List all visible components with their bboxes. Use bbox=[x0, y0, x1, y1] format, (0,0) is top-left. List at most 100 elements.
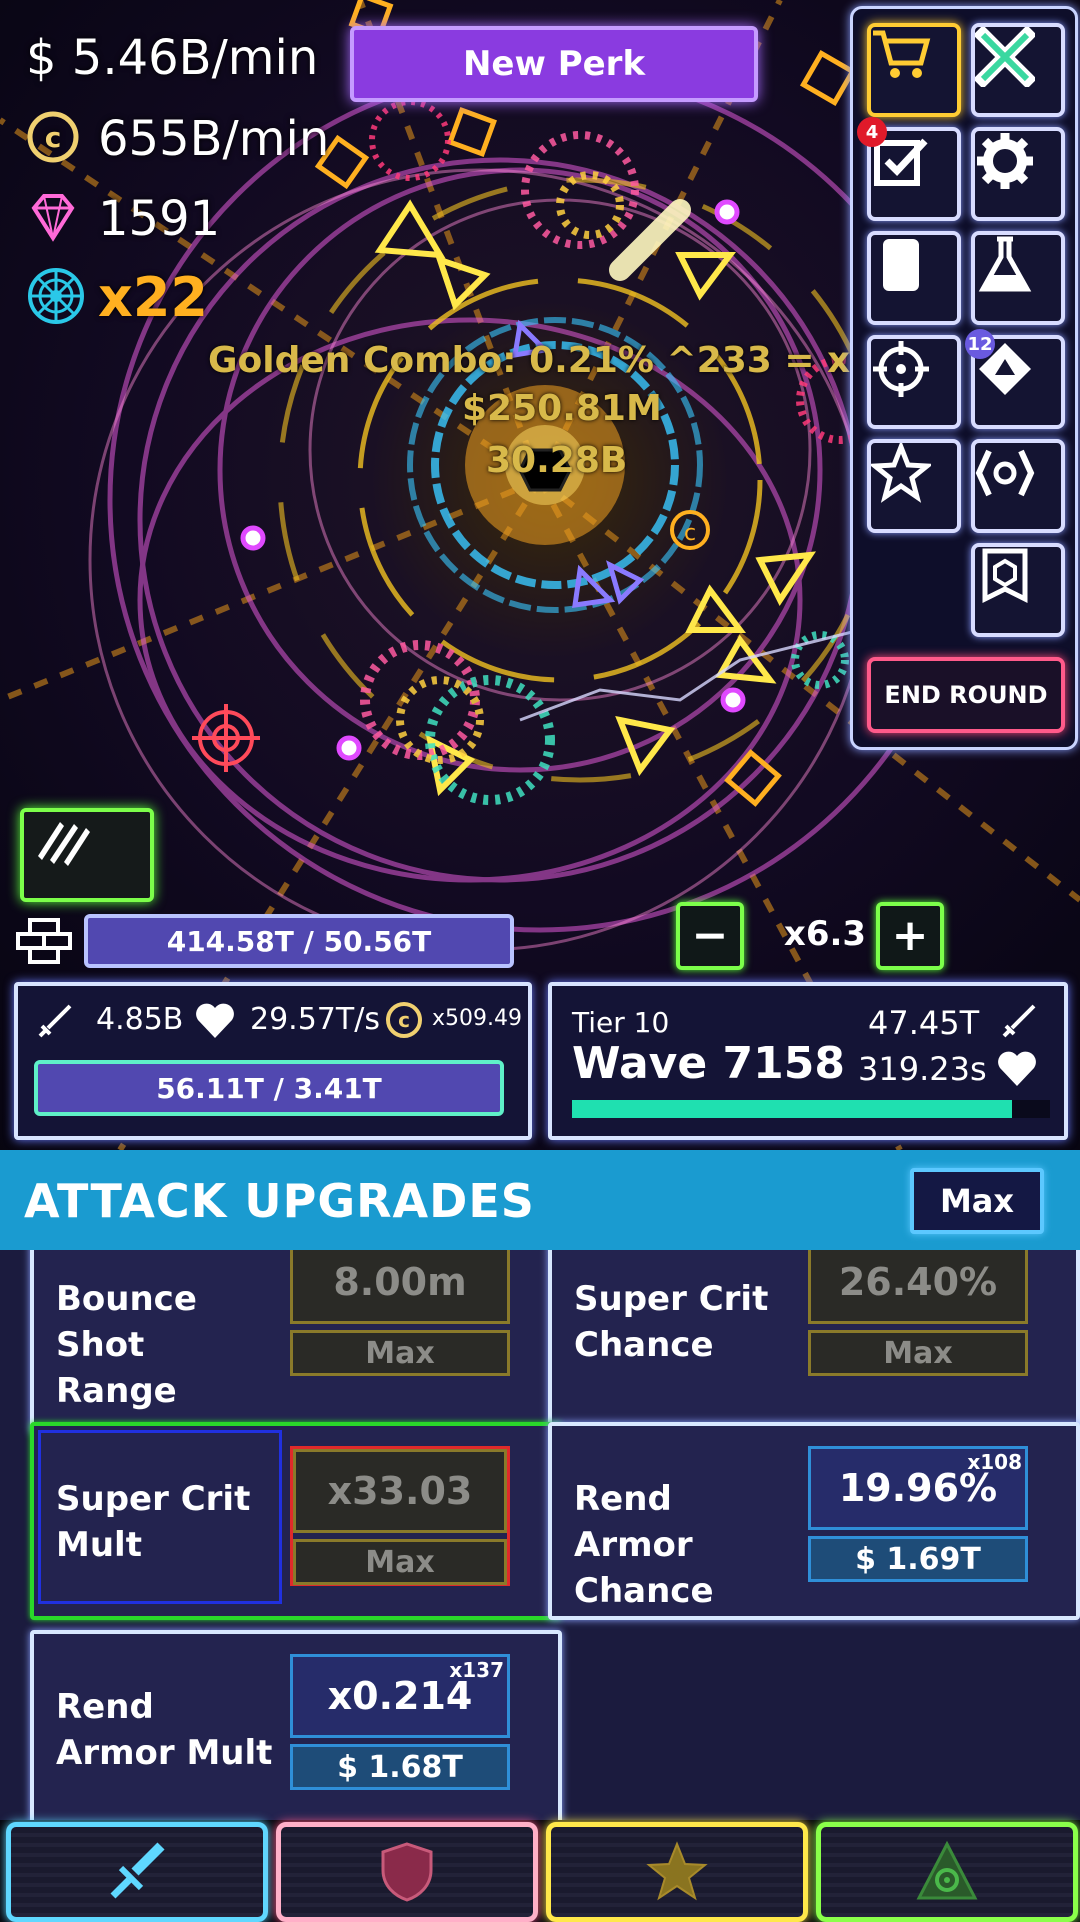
upgrade-name: Super Crit Chance bbox=[574, 1279, 769, 1365]
tower-damage: 4.85B bbox=[96, 1002, 184, 1037]
wall-health-bar: 414.58T / 50.56T bbox=[84, 914, 514, 968]
upgrade-value-box: x33.03 Max bbox=[290, 1446, 510, 1586]
modules-badge: 12 bbox=[965, 329, 995, 359]
cash-rate-value: $ 5.46B/min bbox=[26, 30, 319, 86]
modules-button[interactable]: 12 bbox=[965, 329, 1065, 429]
upgrades-list: Bounce Shot Range 8.00m Max Super Crit C… bbox=[0, 1250, 1080, 1820]
shop-button[interactable] bbox=[867, 23, 961, 117]
upgrade-buy-multiplier: x108 bbox=[967, 1450, 1022, 1474]
tier-label: Tier 10 bbox=[572, 1006, 670, 1039]
upgrade-value-box[interactable]: x0.214 x137 $ 1.68T bbox=[290, 1654, 510, 1794]
card-icon bbox=[883, 239, 919, 291]
tower-stats-panel: 4.85B 29.57T/s c x509.49 56.11T / 3.41T bbox=[14, 982, 532, 1140]
missile-ability-button[interactable] bbox=[20, 808, 154, 902]
upgrade-card-super-crit-chance[interactable]: Super Crit Chance 26.40% Max bbox=[548, 1250, 1080, 1434]
targeting-button[interactable] bbox=[867, 335, 961, 429]
tab-defense[interactable] bbox=[276, 1822, 538, 1922]
enemy-damage: 47.45T bbox=[868, 1004, 980, 1042]
tower-regen: 29.57T/s bbox=[250, 1002, 380, 1037]
upgrade-card-super-crit-mult[interactable]: Super Crit Mult x33.03 Max bbox=[30, 1422, 562, 1620]
enemy-health: 319.23s bbox=[858, 1050, 987, 1088]
upgrade-cost: Max bbox=[293, 1539, 507, 1585]
cell-multiplier: x22 bbox=[26, 266, 208, 329]
settings-button[interactable] bbox=[971, 127, 1065, 221]
star-icon bbox=[646, 1841, 708, 1901]
upgrade-buy-multiplier: x137 bbox=[449, 1658, 504, 1682]
wall-health-text: 414.58T / 50.56T bbox=[166, 924, 432, 958]
wave-label: Wave 7158 bbox=[572, 1038, 845, 1089]
tab-utility[interactable] bbox=[546, 1822, 808, 1922]
upgrade-card-rend-armor-chance[interactable]: Rend Armor Chance 19.96% x108 $ 1.69T bbox=[548, 1422, 1080, 1620]
upgrade-card-bounce-shot-range[interactable]: Bounce Shot Range 8.00m Max bbox=[30, 1250, 562, 1434]
tab-attack[interactable] bbox=[6, 1822, 268, 1922]
upgrade-name: Bounce Shot Range bbox=[56, 1279, 197, 1411]
missions-badge: 4 bbox=[857, 117, 887, 147]
guild-button[interactable] bbox=[971, 543, 1065, 637]
missions-button[interactable]: 4 bbox=[857, 117, 961, 221]
ultimate-weapons-button[interactable] bbox=[971, 439, 1065, 533]
close-icon bbox=[975, 27, 1035, 87]
game-field: c $ 5.46B/min c 655B/min 1591 x22 New Pe… bbox=[0, 0, 1080, 1150]
heart-icon bbox=[998, 1051, 1036, 1086]
crosshair-icon bbox=[873, 341, 929, 397]
upgrade-name: Super Crit Mult bbox=[56, 1479, 251, 1565]
upgrade-value-box: 26.40% Max bbox=[808, 1250, 1028, 1380]
wave-info-panel: Tier 10 Wave 7158 47.45T 319.23s bbox=[548, 982, 1068, 1140]
svg-text:c: c bbox=[684, 521, 696, 546]
upgrade-card-rend-armor-mult[interactable]: Rend Armor Mult x0.214 x137 $ 1.68T bbox=[30, 1630, 562, 1820]
upgrade-name: Rend Armor Chance bbox=[574, 1479, 714, 1611]
upgrade-value: x33.03 bbox=[293, 1449, 507, 1533]
tower-health-text: 56.11T / 3.41T bbox=[156, 1071, 382, 1105]
cell-icon bbox=[26, 268, 84, 327]
gems: 1591 bbox=[26, 190, 220, 248]
speed-increase-button[interactable]: + bbox=[876, 902, 944, 970]
coins-rate: c 655B/min bbox=[26, 110, 329, 168]
upgrade-cost: $ 1.69T bbox=[808, 1536, 1028, 1582]
heart-icon bbox=[196, 1003, 234, 1038]
plus-icon: + bbox=[891, 910, 929, 961]
speed-value: x6.3 bbox=[783, 914, 867, 954]
sword-icon bbox=[110, 1842, 165, 1899]
svg-text:c: c bbox=[45, 121, 62, 154]
cards-button[interactable] bbox=[867, 231, 961, 325]
coins-rate-value: 655B/min bbox=[98, 111, 330, 167]
upgrades-title: ATTACK UPGRADES bbox=[24, 1174, 535, 1228]
speed-decrease-button[interactable]: − bbox=[676, 902, 744, 970]
cart-icon bbox=[873, 30, 931, 78]
upgrade-value-box[interactable]: 19.96% x108 $ 1.69T bbox=[808, 1446, 1028, 1586]
perks-button[interactable] bbox=[867, 439, 961, 533]
upgrade-cost: Max bbox=[808, 1330, 1028, 1376]
shield-icon bbox=[381, 1842, 433, 1902]
multiplier-value: x22 bbox=[98, 266, 208, 329]
orbit-icon bbox=[975, 449, 1035, 497]
upgrade-value: 26.40% bbox=[808, 1250, 1028, 1324]
cash-rate: $ 5.46B/min bbox=[26, 30, 318, 86]
buy-max-button[interactable]: Max bbox=[910, 1168, 1044, 1234]
sword-icon bbox=[1002, 1004, 1036, 1038]
minus-icon: − bbox=[691, 910, 729, 961]
wave-progress-track bbox=[572, 1100, 1050, 1118]
wave-progress-fill bbox=[572, 1100, 1012, 1118]
pyramid-eye-icon bbox=[916, 1840, 978, 1900]
upgrade-name: Rend Armor Mult bbox=[56, 1687, 273, 1773]
gems-value: 1591 bbox=[98, 191, 221, 247]
banner-icon bbox=[982, 548, 1028, 604]
gem-icon bbox=[26, 190, 84, 248]
sword-icon bbox=[38, 1004, 72, 1038]
new-perk-button[interactable]: New Perk bbox=[350, 26, 758, 102]
labs-button[interactable] bbox=[971, 231, 1065, 325]
close-button[interactable] bbox=[971, 23, 1065, 117]
tab-ultimate[interactable] bbox=[816, 1822, 1078, 1922]
coin-icon: c bbox=[26, 110, 84, 168]
svg-text:c: c bbox=[398, 1008, 410, 1032]
upgrades-header: ATTACK UPGRADES Max bbox=[0, 1150, 1080, 1250]
end-round-button[interactable]: END ROUND bbox=[867, 657, 1065, 733]
upgrade-value-box: 8.00m Max bbox=[290, 1250, 510, 1380]
wall-icon bbox=[16, 918, 72, 964]
cash-gain-text: $250.81M bbox=[462, 388, 662, 429]
tower-health-bar: 56.11T / 3.41T bbox=[34, 1060, 504, 1116]
upgrade-value: 8.00m bbox=[290, 1250, 510, 1324]
flask-icon bbox=[978, 236, 1032, 292]
gear-icon bbox=[977, 133, 1033, 189]
upgrade-cost: Max bbox=[290, 1330, 510, 1376]
